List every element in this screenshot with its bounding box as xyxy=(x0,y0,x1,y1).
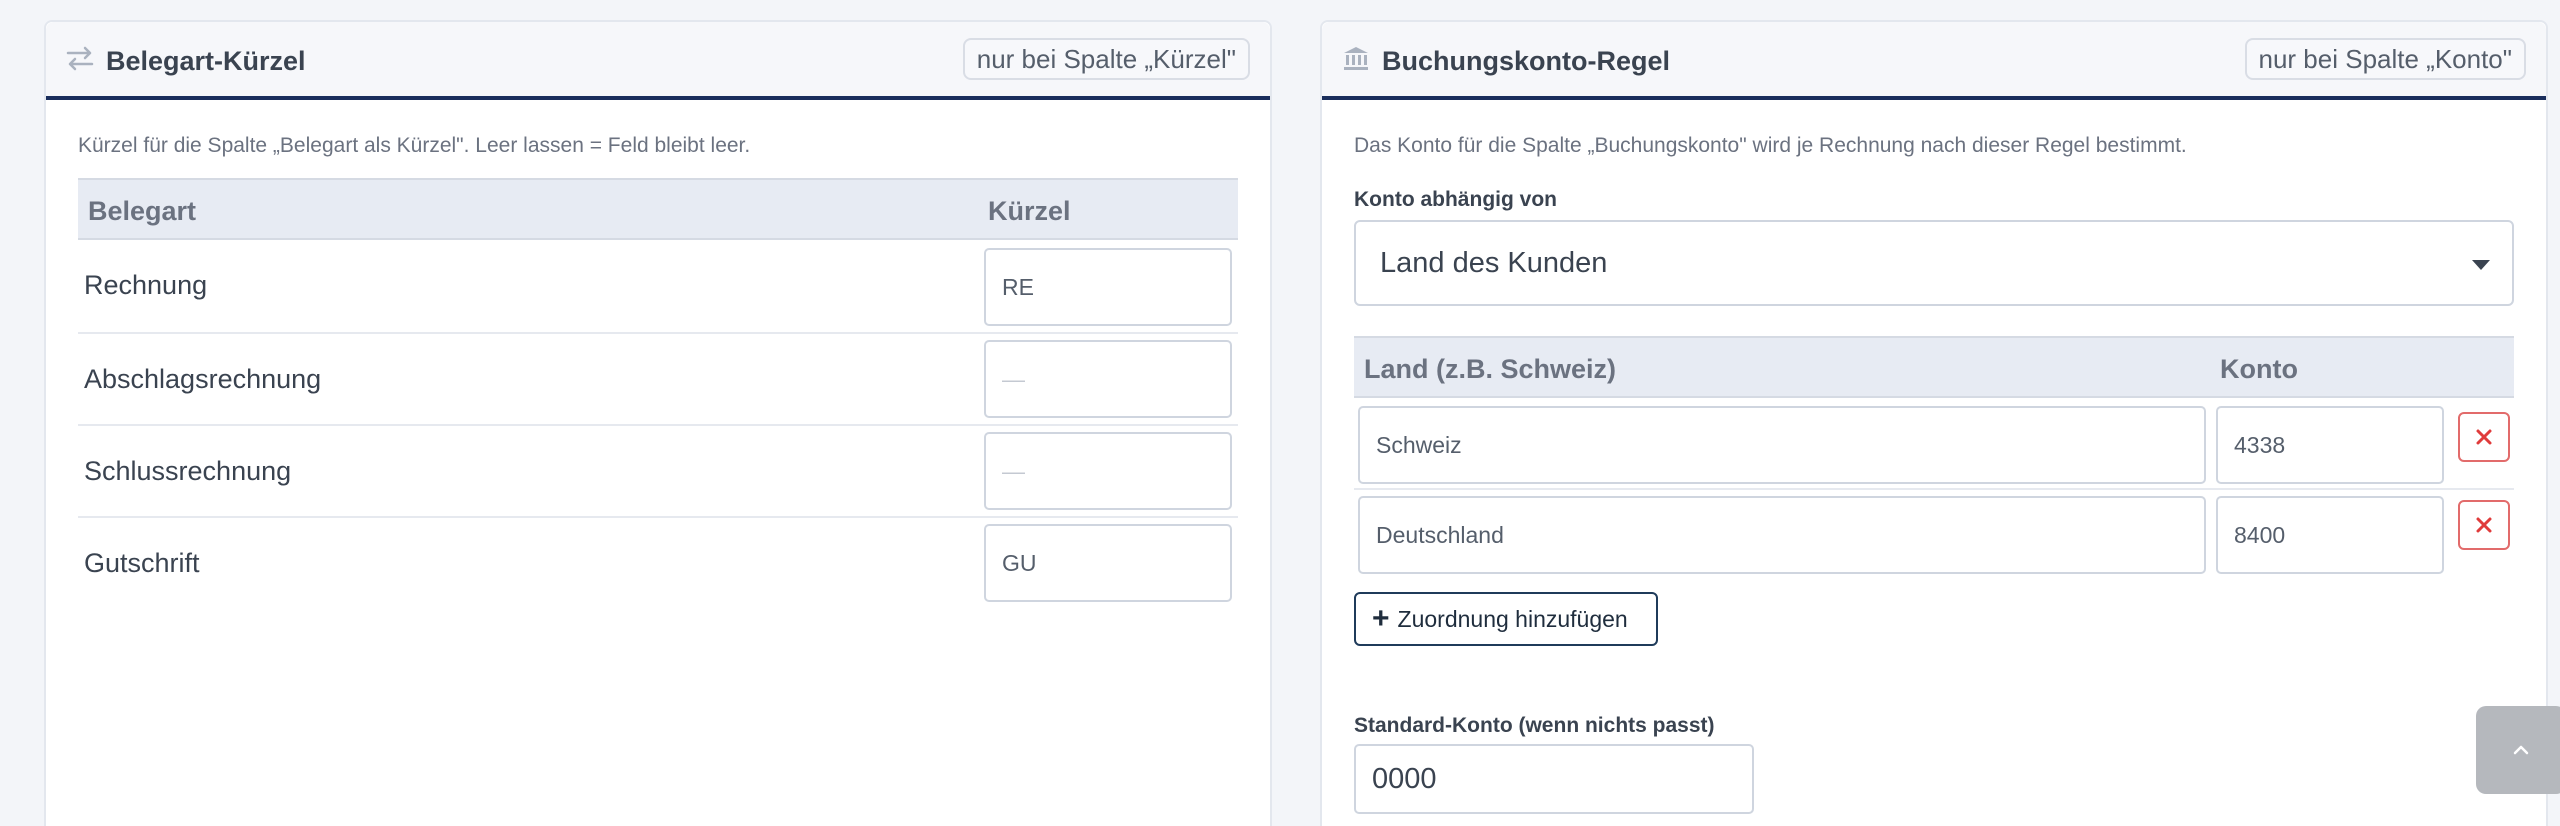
card-header: Buchungskonto-Regel nur bei Spalte „Kont… xyxy=(1322,22,2546,100)
chevron-up-icon xyxy=(2513,745,2529,755)
plus-icon: + xyxy=(1372,602,1390,635)
column-badge: nur bei Spalte „Kürzel" xyxy=(962,38,1250,80)
table-row: Abschlagsrechnung — xyxy=(78,334,1238,426)
konto-input[interactable]: 4338 xyxy=(2216,406,2444,484)
row-label: Rechnung xyxy=(84,270,208,300)
land-input[interactable]: Schweiz xyxy=(1358,406,2206,484)
dependency-select[interactable]: Land des Kunden xyxy=(1354,220,2514,306)
card-hint: Das Konto für die Spalte „Buchungskonto"… xyxy=(1354,134,2187,157)
belegart-kuerzel-card: Belegart-Kürzel nur bei Spalte „Kürzel" … xyxy=(44,20,1272,826)
column-header-belegart: Belegart xyxy=(88,196,197,226)
scroll-to-top-button[interactable] xyxy=(2476,706,2560,794)
mapping-row: Schweiz 4338 xyxy=(1354,398,2514,490)
land-input[interactable]: Deutschland xyxy=(1358,496,2206,574)
dependency-label: Konto abhängig von xyxy=(1354,188,1557,211)
row-label: Abschlagsrechnung xyxy=(84,364,322,394)
delete-mapping-button[interactable] xyxy=(2458,412,2510,462)
bank-icon xyxy=(1342,44,1370,72)
default-konto-input[interactable]: 0000 xyxy=(1354,744,1754,814)
close-icon xyxy=(2476,517,2492,533)
row-label: Gutschrift xyxy=(84,548,200,578)
table-row: Gutschrift GU xyxy=(78,518,1238,610)
default-konto-label: Standard-Konto (wenn nichts passt) xyxy=(1354,714,1715,737)
mapping-row: Deutschland 8400 xyxy=(1354,490,2514,582)
column-badge: nur bei Spalte „Konto" xyxy=(2244,38,2526,80)
chevron-down-icon xyxy=(2472,260,2490,270)
delete-mapping-button[interactable] xyxy=(2458,500,2510,550)
column-header-land: Land (z.B. Schweiz) xyxy=(1364,354,1617,384)
add-mapping-button[interactable]: + Zuordnung hinzufügen xyxy=(1354,592,1658,646)
arrows-exchange-icon xyxy=(66,44,94,72)
column-header-kuerzel: Kürzel xyxy=(988,196,1071,226)
table-row: Rechnung RE xyxy=(78,240,1238,334)
card-title: Buchungskonto-Regel xyxy=(1382,46,1670,76)
row-label: Schlussrechnung xyxy=(84,456,292,486)
card-hint: Kürzel für die Spalte „Belegart als Kürz… xyxy=(78,134,751,157)
konto-input[interactable]: 8400 xyxy=(2216,496,2444,574)
card-title: Belegart-Kürzel xyxy=(106,46,306,76)
card-header: Belegart-Kürzel nur bei Spalte „Kürzel" xyxy=(46,22,1270,100)
table-header: Belegart Kürzel xyxy=(78,178,1238,240)
buchungskonto-regel-card: Buchungskonto-Regel nur bei Spalte „Kont… xyxy=(1320,20,2548,826)
dependency-select-value: Land des Kunden xyxy=(1380,246,1608,279)
kuerzel-input[interactable]: GU xyxy=(984,524,1232,602)
kuerzel-input[interactable]: — xyxy=(984,432,1232,510)
kuerzel-input[interactable]: RE xyxy=(984,248,1232,326)
table-header: Land (z.B. Schweiz) Konto xyxy=(1354,336,2514,398)
table-row: Schlussrechnung — xyxy=(78,426,1238,518)
close-icon xyxy=(2476,429,2492,445)
column-header-konto: Konto xyxy=(2220,354,2298,384)
kuerzel-input[interactable]: — xyxy=(984,340,1232,418)
add-mapping-label: Zuordnung hinzufügen xyxy=(1397,605,1628,632)
